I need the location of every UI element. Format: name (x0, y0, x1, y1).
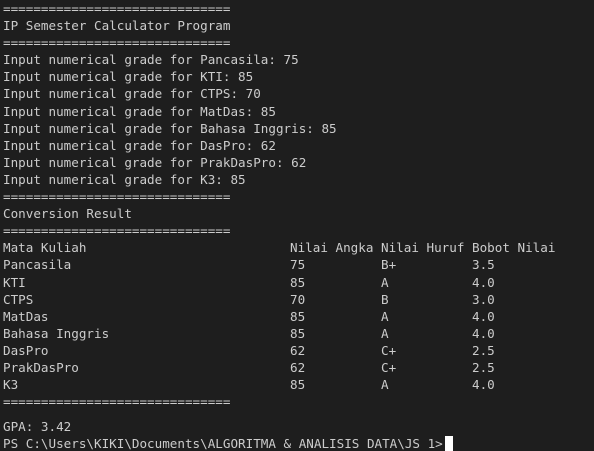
table-row: Pancasila 75 B+ 3.5 (3, 256, 594, 273)
cell-score: 85 (290, 274, 306, 290)
result-title: Conversion Result (3, 206, 132, 222)
cell-letter: A (381, 274, 389, 290)
separator-title: ============================== (3, 35, 231, 51)
cell-weight: 2.5 (472, 342, 495, 358)
cell-weight: 4.0 (472, 274, 495, 290)
cell-letter: C+ (381, 342, 397, 358)
header-mata-kuliah: Mata Kuliah (3, 240, 87, 256)
cell-score: 70 (290, 291, 306, 307)
cell-weight: 4.0 (472, 377, 495, 393)
table-row: PrakDasPro 62 C+ 2.5 (3, 359, 594, 376)
cell-course: Pancasila (3, 257, 72, 273)
table-row: DasPro 62 C+ 2.5 (3, 342, 594, 359)
cell-weight: 4.0 (472, 308, 495, 324)
cell-course: CTPS (3, 291, 34, 307)
cell-course: DasPro (3, 342, 49, 358)
cell-score: 62 (290, 342, 306, 358)
cell-course: Bahasa Inggris (3, 325, 110, 341)
input-line: Input numerical grade for CTPS: 70 (3, 86, 261, 102)
table-row: CTPS 70 B 3.0 (3, 291, 594, 308)
cell-score: 85 (290, 325, 306, 341)
cell-course: KTI (3, 274, 26, 290)
table-row: K3 85 A 4.0 (3, 376, 594, 393)
cell-score: 85 (290, 308, 306, 324)
header-nilai-angka: Nilai Angka (290, 240, 374, 256)
cell-letter: A (381, 325, 389, 341)
separator-result: ============================== (3, 223, 231, 239)
cell-letter: B (381, 291, 389, 307)
cell-score: 62 (290, 359, 306, 375)
table-row: Bahasa Inggris 85 A 4.0 (3, 325, 594, 342)
separator-top: ============================== (3, 1, 231, 16)
cell-score: 75 (290, 257, 306, 273)
table-row: KTI 85 A 4.0 (3, 274, 594, 291)
cell-weight: 2.5 (472, 359, 495, 375)
input-line: Input numerical grade for K3: 85 (3, 171, 246, 187)
header-bobot-nilai: Bobot Nilai (472, 240, 556, 256)
cell-course: PrakDasPro (3, 359, 79, 375)
gpa-result: GPA: 3.42 (3, 419, 72, 435)
cell-score: 85 (290, 377, 306, 393)
input-line: Input numerical grade for Bahasa Inggris… (3, 120, 337, 136)
prompt-text: PS C:\Users\KIKI\Documents\ALGORITMA & A… (3, 436, 443, 451)
header-nilai-huruf: Nilai Huruf (381, 240, 465, 256)
program-title: IP Semester Calculator Program (3, 18, 231, 34)
input-line: Input numerical grade for Pancasila: 75 (3, 52, 299, 68)
cell-weight: 3.5 (472, 257, 495, 273)
terminal-window[interactable]: ============================== IP Semest… (0, 0, 594, 451)
cell-letter: A (381, 377, 389, 393)
separator-inputs: ============================== (3, 189, 231, 205)
cell-weight: 4.0 (472, 325, 495, 341)
cell-course: MatDas (3, 308, 49, 324)
shell-prompt[interactable]: PS C:\Users\KIKI\Documents\ALGORITMA & A… (3, 435, 594, 451)
input-line: Input numerical grade for KTI: 85 (3, 69, 254, 85)
cell-letter: B+ (381, 257, 397, 273)
input-line: Input numerical grade for DasPro: 62 (3, 137, 276, 153)
cell-course: K3 (3, 377, 19, 393)
table-row: MatDas 85 A 4.0 (3, 308, 594, 325)
input-line: Input numerical grade for MatDas: 85 (3, 103, 276, 119)
text-cursor (444, 436, 453, 451)
table-header: Mata Kuliah Nilai Angka Nilai Huruf Bobo… (3, 239, 594, 256)
cell-letter: C+ (381, 359, 397, 375)
cell-weight: 3.0 (472, 291, 495, 307)
cell-letter: A (381, 308, 389, 324)
input-line: Input numerical grade for PrakDasPro: 62 (3, 154, 307, 170)
separator-table: ============================== (3, 394, 231, 410)
